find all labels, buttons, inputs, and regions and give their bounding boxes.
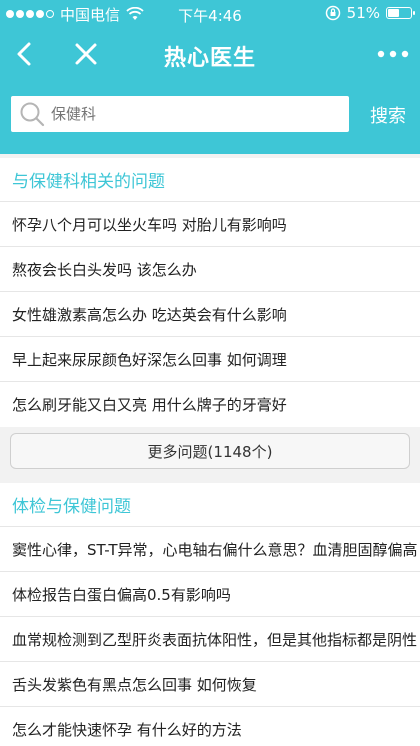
search-row: 搜索: [0, 84, 420, 154]
battery-percent: 51%: [346, 4, 380, 22]
list-item[interactable]: 怎么刷牙能又白又亮 用什么牌子的牙膏好: [0, 382, 420, 427]
page-title: 热心医生: [163, 46, 256, 71]
header: 中国电信 下午4:46 51% 热心医生 保健科 搜索: [0, 0, 420, 154]
list-item[interactable]: 体检报告白蛋白偏高0.5有影响吗: [0, 572, 420, 617]
checkup-questions-section: 体检与保健问题 窦性心律，ST-T异常，心电轴右偏什么意思？血清胆固醇偏高 体检…: [0, 483, 420, 746]
nav-bar: 热心医生: [0, 28, 420, 84]
rotation-lock-icon: [325, 5, 340, 21]
list-item[interactable]: 舌头发紫色有黑点怎么回事 如何恢复: [0, 662, 420, 707]
list-item[interactable]: 熬夜会长白头发吗 该怎么办: [0, 247, 420, 292]
more-dots-icon[interactable]: [376, 38, 410, 70]
list-item[interactable]: 怀孕八个月可以坐火车吗 对胎儿有影响吗: [0, 202, 420, 247]
search-box[interactable]: [11, 96, 349, 132]
more-questions-wrap: 更多问题(1148个): [0, 427, 420, 483]
more-questions-button[interactable]: 更多问题(1148个): [10, 433, 410, 469]
search-input[interactable]: [47, 105, 349, 123]
search-icon: [20, 102, 45, 127]
search-button[interactable]: 搜索: [370, 102, 406, 128]
status-bar: 中国电信 下午4:46 51%: [0, 0, 420, 28]
list-item[interactable]: 窦性心律，ST-T异常，心电轴右偏什么意思？血清胆固醇偏高: [0, 527, 420, 572]
list-item[interactable]: 早上起来尿尿颜色好深怎么回事 如何调理: [0, 337, 420, 382]
list-item[interactable]: 女性雄激素高怎么办 吃达英会有什么影响: [0, 292, 420, 337]
list-item[interactable]: 血常规检测到乙型肝炎表面抗体阳性，但是其他指标都是阴性: [0, 617, 420, 662]
section-title: 与保健科相关的问题: [0, 158, 420, 202]
related-questions-section: 与保健科相关的问题 怀孕八个月可以坐火车吗 对胎儿有影响吗 熬夜会长白头发吗 该…: [0, 158, 420, 427]
list-item[interactable]: 怎么才能快速怀孕 有什么好的方法: [0, 707, 420, 746]
section-title: 体检与保健问题: [0, 483, 420, 527]
battery-icon: [386, 7, 415, 19]
